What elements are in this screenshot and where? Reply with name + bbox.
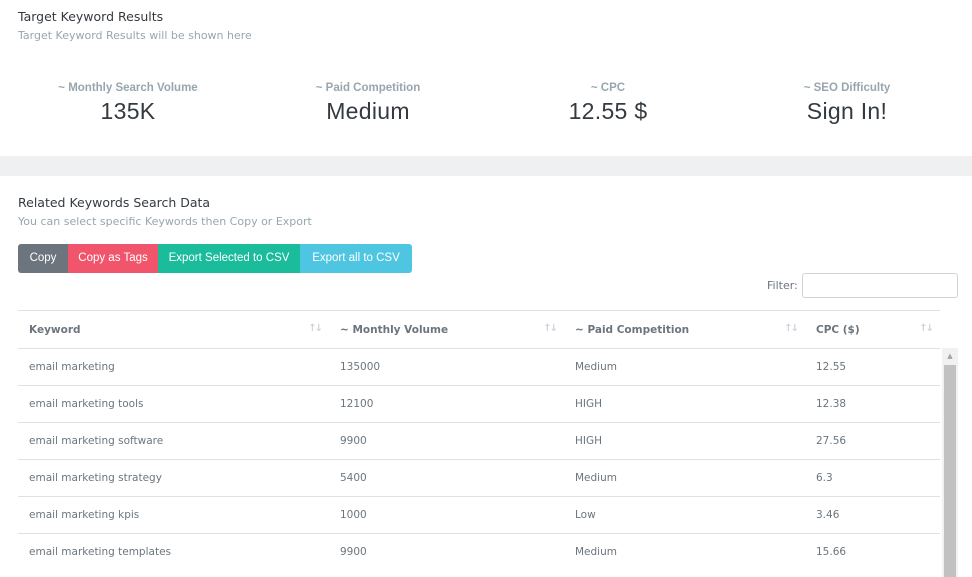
- cell-monthly-volume: 12100: [329, 385, 564, 423]
- scrollbar-thumb[interactable]: [944, 365, 956, 577]
- cell-monthly-volume: 5400: [329, 459, 564, 497]
- column-header-label: CPC ($): [816, 323, 860, 336]
- table-header-row: Keyword ↑↓ ~ Monthly Volume ↑↓ ~ Paid Comp…: [18, 310, 940, 349]
- stat-value: Medium: [326, 98, 410, 124]
- sort-icon[interactable]: ↑↓: [543, 323, 558, 334]
- column-header-monthly-volume[interactable]: ~ Monthly Volume ↑↓: [329, 310, 564, 349]
- cell-paid-competition: Medium: [564, 459, 805, 497]
- keywords-table-container: Keyword ↑↓ ~ Monthly Volume ↑↓ ~ Paid Comp…: [18, 310, 958, 577]
- stat-paid-competition: ~ Paid Competition Medium: [248, 82, 488, 125]
- stat-seo-difficulty: ~ SEO Difficulty Sign In!: [727, 82, 967, 125]
- table-row[interactable]: email marketing 135000 Medium 12.55: [18, 348, 940, 386]
- stat-cpc: ~ CPC 12.55 $: [488, 82, 728, 125]
- filter-input[interactable]: [802, 273, 958, 298]
- sort-icon[interactable]: ↑↓: [308, 323, 323, 334]
- sort-icon[interactable]: ↑↓: [919, 323, 934, 334]
- cell-cpc: 12.55: [805, 348, 940, 386]
- cell-keyword: email marketing software: [18, 422, 329, 460]
- stat-value[interactable]: Sign In!: [727, 98, 967, 125]
- section-divider: [0, 156, 972, 176]
- stat-label: ~ SEO Difficulty: [803, 82, 891, 94]
- cell-cpc: 15.66: [805, 533, 940, 571]
- stat-value: 135K: [100, 98, 156, 124]
- cell-cpc: 27.56: [805, 422, 940, 460]
- cell-paid-competition: Medium: [564, 533, 805, 571]
- stat-value: 12.55 $: [568, 98, 648, 124]
- target-title: Target Keyword Results: [18, 9, 164, 24]
- copy-button[interactable]: Copy: [18, 244, 68, 273]
- cell-monthly-volume: 135000: [329, 348, 564, 386]
- cell-keyword: email marketing kpis: [18, 496, 329, 534]
- cell-keyword: email marketing strategy: [18, 459, 329, 497]
- column-header-paid-competition[interactable]: ~ Paid Competition ↑↓: [564, 310, 805, 349]
- cell-monthly-volume: 9900: [329, 533, 564, 571]
- table-row[interactable]: email marketing software 9900 HIGH 27.56: [18, 422, 940, 460]
- related-title: Related Keywords Search Data: [18, 195, 211, 210]
- cell-keyword: email marketing templates: [18, 533, 329, 571]
- export-button-group: Copy Copy as Tags Export Selected to CSV…: [18, 244, 412, 273]
- column-header-label: Keyword: [29, 323, 81, 336]
- sort-icon[interactable]: ↑↓: [784, 323, 799, 334]
- filter-label: Filter:: [767, 279, 798, 292]
- cell-cpc: 6.3: [805, 459, 940, 497]
- cell-paid-competition: HIGH: [564, 385, 805, 423]
- cell-cpc: 3.46: [805, 496, 940, 534]
- related-subtitle: You can select specific Keywords then Co…: [18, 215, 312, 228]
- table-row[interactable]: email marketing tools 12100 HIGH 12.38: [18, 385, 940, 423]
- stat-label: ~ Monthly Search Volume: [58, 82, 198, 94]
- export-all-csv-button[interactable]: Export all to CSV: [300, 244, 412, 273]
- table-row[interactable]: email marketing kpis 1000 Low 3.46: [18, 496, 940, 534]
- related-keywords-card: Related Keywords Search Data You can sel…: [0, 176, 972, 577]
- cell-cpc: 12.38: [805, 385, 940, 423]
- target-subtitle: Target Keyword Results will be shown her…: [18, 29, 252, 42]
- cell-monthly-volume: 9900: [329, 422, 564, 460]
- cell-paid-competition: Low: [564, 496, 805, 534]
- stat-label: ~ CPC: [590, 82, 626, 94]
- scroll-up-arrow-icon[interactable]: ▲: [942, 348, 958, 364]
- copy-as-tags-button[interactable]: Copy as Tags: [68, 244, 158, 273]
- cell-keyword: email marketing: [18, 348, 329, 386]
- export-selected-csv-button[interactable]: Export Selected to CSV: [158, 244, 300, 273]
- column-header-keyword[interactable]: Keyword ↑↓: [18, 310, 329, 349]
- cell-keyword: email marketing tools: [18, 385, 329, 423]
- keywords-table: Keyword ↑↓ ~ Monthly Volume ↑↓ ~ Paid Comp…: [18, 310, 940, 571]
- table-row[interactable]: email marketing strategy 5400 Medium 6.3: [18, 459, 940, 497]
- column-header-label: ~ Paid Competition: [575, 323, 690, 336]
- stat-monthly-search-volume: ~ Monthly Search Volume 135K: [8, 82, 248, 125]
- column-header-label: ~ Monthly Volume: [340, 323, 449, 336]
- cell-monthly-volume: 1000: [329, 496, 564, 534]
- column-header-cpc[interactable]: CPC ($) ↑↓: [805, 310, 940, 349]
- cell-paid-competition: Medium: [564, 348, 805, 386]
- target-keyword-card: Target Keyword Results Target Keyword Re…: [0, 0, 972, 156]
- table-row[interactable]: email marketing templates 9900 Medium 15…: [18, 533, 940, 571]
- cell-paid-competition: HIGH: [564, 422, 805, 460]
- stat-label: ~ Paid Competition: [315, 82, 421, 94]
- table-scrollbar[interactable]: ▲: [942, 348, 958, 577]
